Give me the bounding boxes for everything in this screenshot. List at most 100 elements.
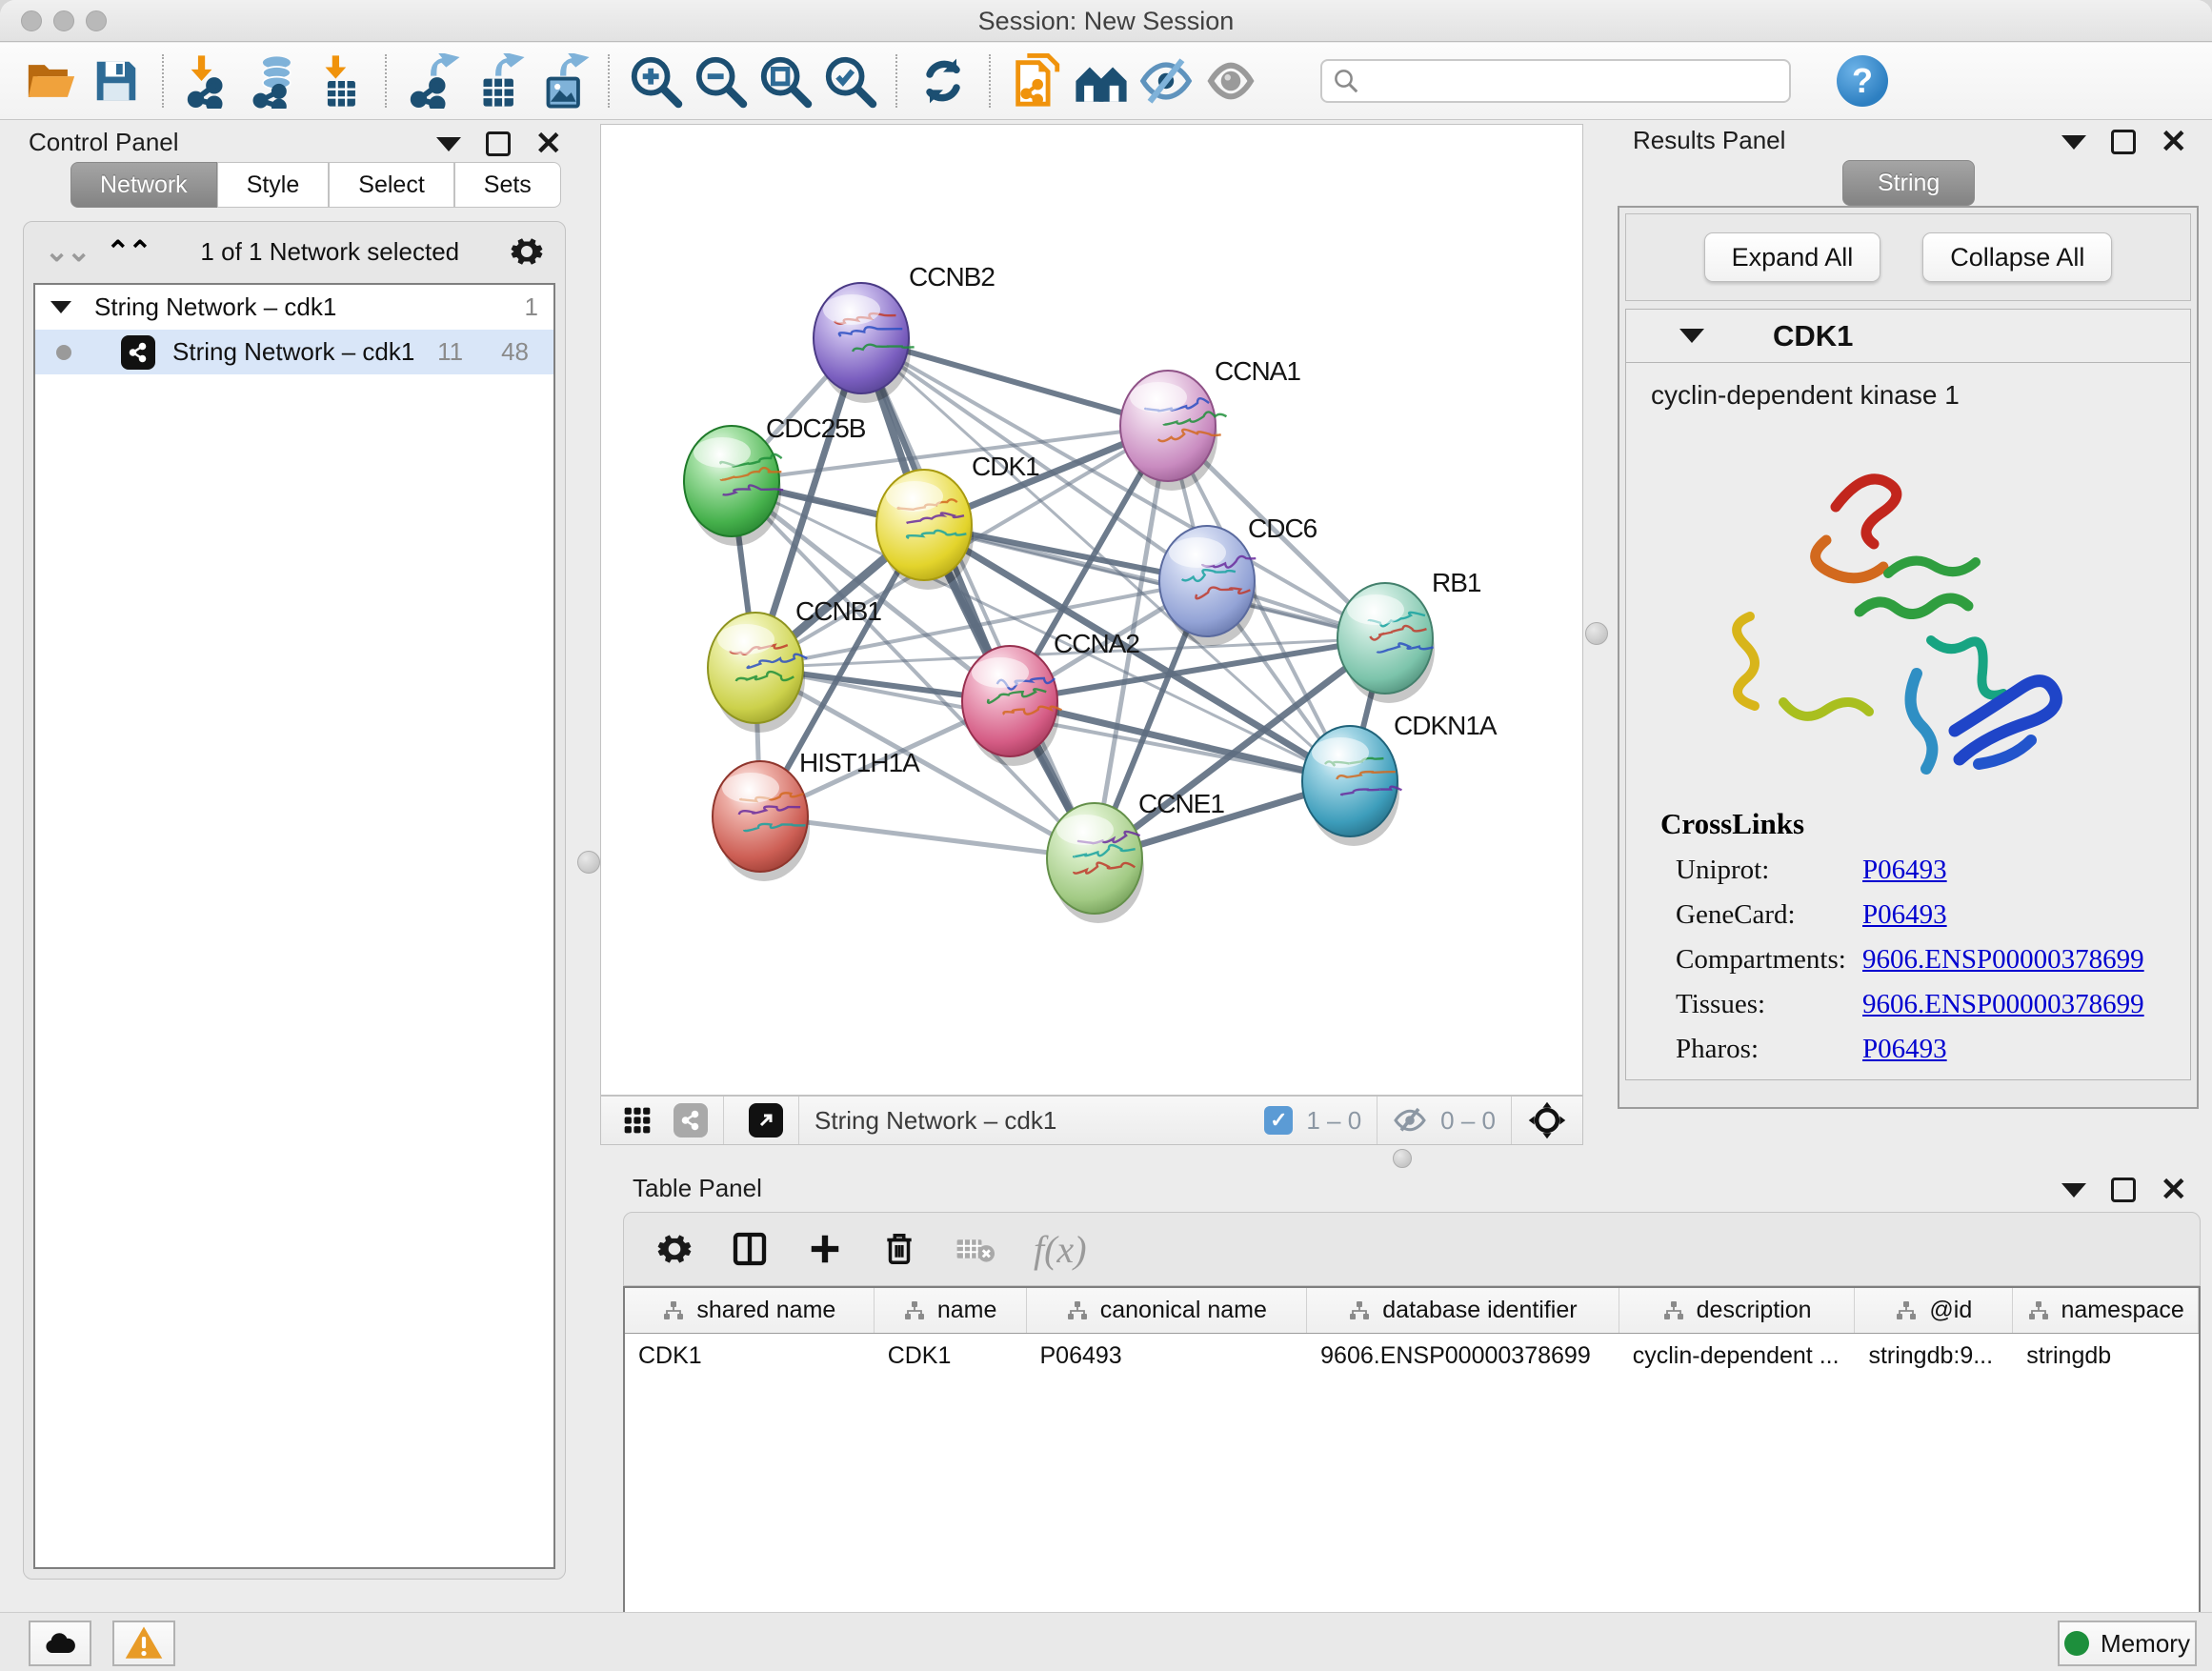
crosslink-genecard-link[interactable]: P06493: [1862, 899, 1947, 931]
right-splitter-handle[interactable]: [1585, 622, 1608, 645]
network-node-hist1h1a[interactable]: HIST1H1A: [713, 748, 920, 881]
open-string-web-button[interactable]: [1004, 49, 1069, 113]
network-view-title: String Network – cdk1: [814, 1106, 1056, 1136]
cell-description[interactable]: cyclin-dependent ...: [1619, 1334, 1856, 1378]
detach-view-icon[interactable]: [749, 1103, 783, 1137]
expand-all-button[interactable]: Expand All: [1704, 232, 1881, 282]
left-splitter-handle[interactable]: [577, 851, 600, 874]
hidden-count: 0 – 0: [1440, 1106, 1496, 1136]
tab-sets[interactable]: Sets: [454, 162, 561, 208]
network-canvas[interactable]: CCNB2CCNA1CDC25BCDK1CDC6RB1CCNB1CCNA2CDK…: [600, 124, 1583, 1096]
show-all-button[interactable]: [1198, 49, 1263, 113]
refresh-button[interactable]: [911, 49, 975, 113]
function-builder-icon[interactable]: f(x): [1034, 1227, 1087, 1272]
network-selected-summary: 1 of 1 Network selected: [151, 237, 510, 267]
gear-icon[interactable]: [510, 234, 544, 269]
column-header-sharedname[interactable]: shared name: [625, 1288, 875, 1333]
network-collection-row[interactable]: String Network – cdk1 1: [35, 285, 553, 330]
network-view-toolbar: String Network – cdk1 ✓ 1 – 0 0 – 0: [600, 1096, 1583, 1145]
results-panel: Results Panel ✕ String Expand All Collap…: [1612, 126, 2206, 1174]
memory-button[interactable]: Memory: [2058, 1621, 2197, 1666]
cell-name[interactable]: CDK1: [875, 1334, 1027, 1378]
network-node-cdk1[interactable]: CDK1: [876, 452, 1039, 590]
node-label-ccna1: CCNA1: [1215, 356, 1300, 386]
column-header-namespace[interactable]: namespace: [2013, 1288, 2199, 1333]
hidden-eye-slash-icon[interactable]: [1393, 1103, 1427, 1137]
export-network-button[interactable]: [400, 49, 465, 113]
table-row[interactable]: CDK1CDK1P064939606.ENSP00000378699cyclin…: [625, 1334, 2199, 1378]
table-panel-menu-button[interactable]: [2061, 1183, 2086, 1198]
column-header-id[interactable]: @id: [1855, 1288, 2013, 1333]
cell-namespace[interactable]: stringdb: [2013, 1334, 2199, 1378]
export-image-button[interactable]: [530, 49, 594, 113]
zoom-out-button[interactable]: [688, 49, 753, 113]
expand-all-networks-icon[interactable]: ⌃⌃: [106, 235, 150, 269]
results-panel-menu-button[interactable]: [2061, 135, 2086, 150]
column-header-description[interactable]: description: [1619, 1288, 1856, 1333]
network-node-cdkn1a[interactable]: CDKN1A: [1302, 711, 1498, 846]
import-table-button[interactable]: [307, 49, 372, 113]
collection-expand-icon[interactable]: [50, 301, 71, 313]
table-panel-float-button[interactable]: [2111, 1178, 2136, 1202]
gene-collapse-icon[interactable]: [1679, 329, 1704, 343]
column-header-name[interactable]: name: [875, 1288, 1027, 1333]
crosslinks-title: CrossLinks: [1660, 807, 2177, 841]
change-species-button[interactable]: [1069, 49, 1134, 113]
hide-unselected-button[interactable]: [1134, 49, 1198, 113]
collapse-all-networks-icon[interactable]: ⌄⌄: [45, 235, 89, 269]
zoom-fit-button[interactable]: [753, 49, 817, 113]
birds-eye-grid-icon[interactable]: [622, 1105, 653, 1136]
results-panel-close-button[interactable]: ✕: [2161, 130, 2188, 154]
crosslink-uniprot-link[interactable]: P06493: [1862, 855, 1947, 886]
crosslink-compartments-link[interactable]: 9606.ENSP00000378699: [1862, 944, 2144, 976]
delete-table-icon[interactable]: [955, 1229, 995, 1269]
network-node-cdc6[interactable]: CDC6: [1159, 513, 1317, 646]
tab-select[interactable]: Select: [329, 162, 453, 208]
show-columns-icon[interactable]: [731, 1230, 769, 1268]
column-header-databaseidentifier[interactable]: database identifier: [1307, 1288, 1619, 1333]
tab-network[interactable]: Network: [70, 162, 217, 208]
cell-canonicalname[interactable]: P06493: [1027, 1334, 1308, 1378]
zoom-selected-button[interactable]: [817, 49, 882, 113]
open-session-button[interactable]: [19, 49, 84, 113]
toolbar-separator: [989, 54, 991, 108]
network-graph[interactable]: CCNB2CCNA1CDC25BCDK1CDC6RB1CCNB1CCNA2CDK…: [601, 125, 1582, 1095]
cloud-status-button[interactable]: [29, 1621, 91, 1666]
network-node-ccne1[interactable]: CCNE1: [1047, 789, 1224, 923]
import-network-icon: [182, 53, 237, 109]
tab-style[interactable]: Style: [217, 162, 330, 208]
network-row[interactable]: String Network – cdk1 11 48: [35, 330, 553, 374]
network-type-toggle-icon[interactable]: [674, 1103, 708, 1137]
help-button[interactable]: ?: [1837, 55, 1888, 107]
gene-card-header[interactable]: CDK1: [1626, 310, 2190, 363]
import-network-button[interactable]: [177, 49, 242, 113]
search-input[interactable]: [1320, 59, 1791, 103]
selected-nodes-checkbox[interactable]: ✓: [1264, 1106, 1293, 1135]
delete-column-trash-icon[interactable]: [881, 1231, 917, 1267]
control-panel-menu-button[interactable]: [436, 137, 461, 151]
control-panel-close-button[interactable]: ✕: [535, 131, 563, 156]
save-session-button[interactable]: [84, 49, 149, 113]
crosslink-tissues-link[interactable]: 9606.ENSP00000378699: [1862, 989, 2144, 1020]
cell-sharedname[interactable]: CDK1: [625, 1334, 875, 1378]
network-node-rb1[interactable]: RB1: [1337, 568, 1481, 703]
table-toolbar: f(x): [623, 1212, 2201, 1286]
collapse-all-button[interactable]: Collapse All: [1922, 232, 2112, 282]
crosslink-pharos-link[interactable]: P06493: [1862, 1034, 1947, 1065]
cell-id[interactable]: stringdb:9...: [1855, 1334, 2013, 1378]
column-header-canonicalname[interactable]: canonical name: [1027, 1288, 1308, 1333]
cell-databaseidentifier[interactable]: 9606.ENSP00000378699: [1307, 1334, 1619, 1378]
results-panel-float-button[interactable]: [2111, 130, 2136, 154]
fit-content-crosshair-icon[interactable]: [1527, 1100, 1567, 1140]
control-panel-float-button[interactable]: [486, 131, 511, 156]
network-node-ccnb2[interactable]: CCNB2: [814, 262, 995, 403]
zoom-in-button[interactable]: [623, 49, 688, 113]
warnings-button[interactable]: [112, 1621, 175, 1666]
import-database-button[interactable]: [242, 49, 307, 113]
table-settings-gear-icon[interactable]: [656, 1231, 693, 1267]
table-panel-close-button[interactable]: ✕: [2161, 1178, 2188, 1202]
bottom-splitter-handle[interactable]: [1393, 1149, 1412, 1168]
export-table-button[interactable]: [465, 49, 530, 113]
tab-string[interactable]: String: [1842, 160, 1975, 206]
add-column-plus-icon[interactable]: [807, 1231, 843, 1267]
